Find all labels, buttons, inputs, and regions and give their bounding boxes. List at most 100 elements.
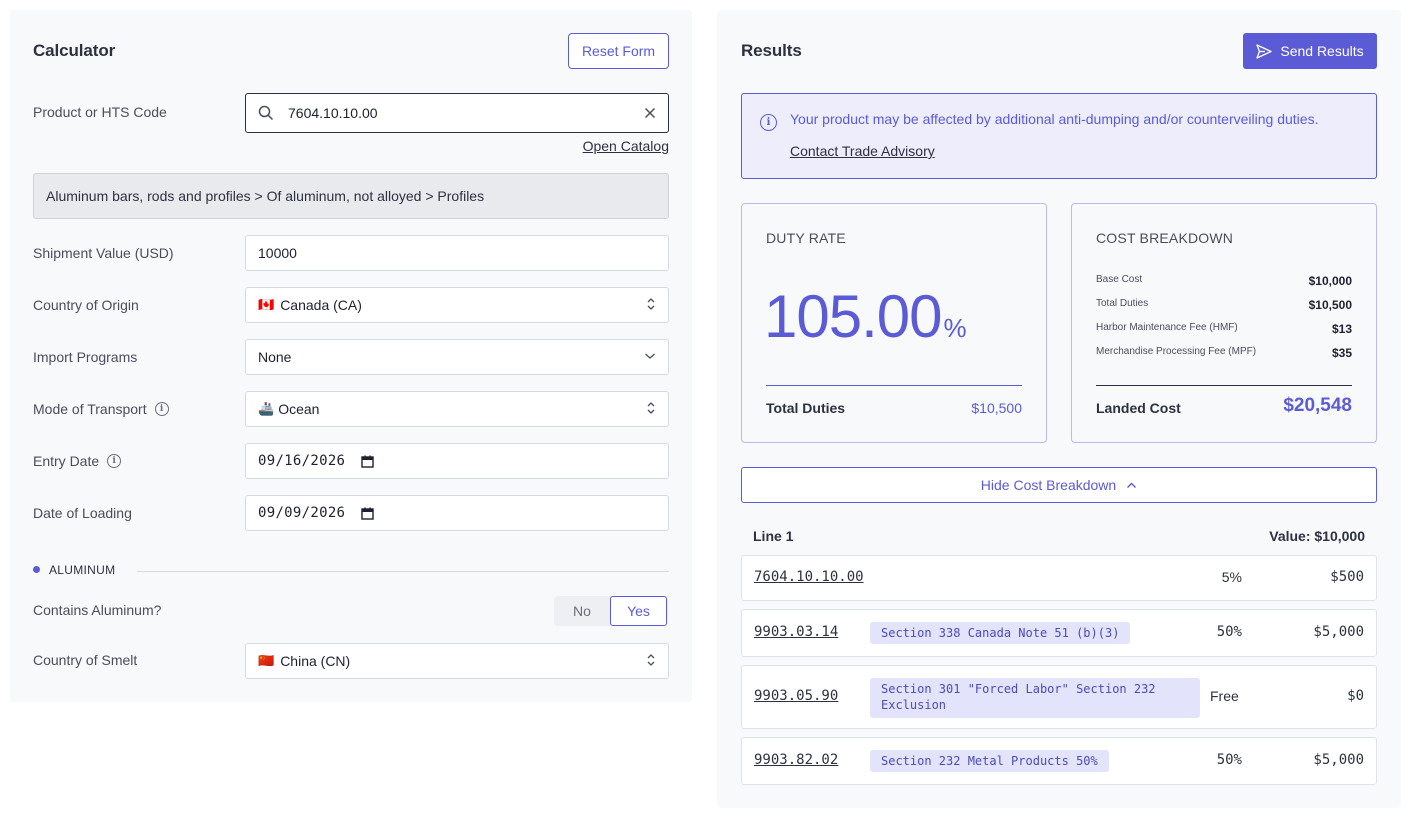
cost-row-label: Total Duties (1096, 298, 1149, 309)
table-row: 9903.05.90 Section 301 "Forced Labor" Se… (741, 665, 1377, 729)
shipment-label: Shipment Value (USD) (33, 235, 174, 271)
calendar-icon[interactable] (361, 455, 374, 468)
aluminum-toggle: No Yes (554, 596, 668, 626)
cost-row-value: $13 (1331, 322, 1352, 336)
ship-icon: 🚢 (258, 401, 275, 416)
section-dot-icon (33, 566, 40, 573)
import-programs-select[interactable]: None (245, 339, 669, 375)
table-row: 9903.03.14 Section 338 Canada Note 51 (b… (741, 609, 1377, 657)
cost-row-label: Base Cost (1096, 274, 1143, 285)
reset-form-button[interactable]: Reset Form (568, 33, 669, 69)
hts-search-input[interactable]: 7604.10.10.00 (245, 93, 669, 133)
entry-date-value: 09/16/2026 (258, 453, 346, 469)
calendar-icon[interactable] (361, 507, 374, 520)
programs-label: Import Programs (33, 339, 137, 375)
cost-row-value: $10,000 (1308, 274, 1352, 288)
line-title: Line 1 (753, 528, 794, 544)
hts-code-link[interactable]: 9903.03.14 (754, 624, 838, 640)
programs-label-text: Import Programs (33, 349, 138, 365)
cost-row-value: $35 (1331, 346, 1352, 360)
smelt-label: Country of Smelt (33, 642, 137, 678)
shipment-value-input[interactable]: 10000 (245, 235, 669, 271)
product-path: Aluminum bars, rods and profiles > Of al… (33, 173, 669, 219)
hide-cost-breakdown-button[interactable]: Hide Cost Breakdown (741, 467, 1377, 503)
duty-card-divider (766, 385, 1022, 386)
toggle-yes-button[interactable]: Yes (610, 596, 667, 626)
hts-code-link[interactable]: 9903.82.02 (754, 752, 838, 768)
duty-rate-unit: % (943, 313, 967, 343)
transport-select-value: Ocean (278, 401, 320, 417)
contains-aluminum-label-text: Contains Aluminum? (33, 602, 162, 618)
product-label: Product or HTS Code (33, 94, 167, 130)
landed-cost-value: $20,548 (1283, 395, 1352, 416)
alert-message: Your product may be affected by addition… (790, 111, 1319, 127)
results-title: Results (741, 41, 802, 60)
loading-date-input[interactable]: 09/09/2026 (245, 495, 669, 531)
line-rate: Free (1210, 688, 1239, 704)
line-rate: 50% (1216, 752, 1242, 768)
aluminum-section-heading: ALUMINUM (49, 563, 116, 577)
updown-chevron-icon (646, 401, 656, 418)
shipment-value-text: 10000 (258, 245, 297, 261)
smelt-select[interactable]: 🇨🇳 China (CN) (245, 643, 669, 679)
landed-cost-label: Landed Cost (1096, 400, 1181, 416)
duty-rate-value: 105.00 % (764, 282, 967, 351)
origin-select[interactable]: 🇨🇦 Canada (CA) (245, 287, 669, 323)
contact-advisory-link[interactable]: Contact Trade Advisory (790, 143, 935, 159)
chevron-down-icon (644, 351, 656, 363)
duty-rate-card: DUTY RATE 105.00 % Total Duties $10,500 (741, 203, 1047, 443)
line-rate: 50% (1216, 624, 1242, 640)
open-catalog-link[interactable]: Open Catalog (583, 138, 669, 154)
canada-flag-icon: 🇨🇦 (258, 297, 275, 312)
hts-search-value: 7604.10.10.00 (288, 105, 378, 121)
cost-breakdown-card: COST BREAKDOWN Base Cost $10,000 Total Du… (1071, 203, 1377, 443)
duty-tag: Section 232 Metal Products 50% (870, 750, 1109, 772)
table-row: 9903.82.02 Section 232 Metal Products 50… (741, 737, 1377, 785)
contains-aluminum-label: Contains Aluminum? (33, 592, 161, 628)
send-results-button[interactable]: Send Results (1243, 33, 1377, 69)
total-duties-label: Total Duties (766, 400, 846, 416)
duty-rate-heading: DUTY RATE (766, 230, 846, 246)
hts-code-link[interactable]: 9903.05.90 (754, 688, 838, 704)
smelt-label-text: Country of Smelt (33, 652, 138, 668)
table-row: 7604.10.10.00 5% $500 (741, 555, 1377, 601)
updown-chevron-icon (646, 653, 656, 670)
results-panel: Results Send Results i Your product may … (717, 10, 1401, 808)
duty-tag: Section 338 Canada Note 51 (b)(3) (870, 622, 1131, 644)
duty-rate-number: 105.00 (764, 283, 943, 350)
cost-row-label: Merchandise Processing Fee (MPF) (1096, 346, 1257, 357)
hts-code-link[interactable]: 7604.10.10.00 (754, 569, 864, 585)
product-label-text: Product or HTS Code (33, 104, 167, 120)
china-flag-icon: 🇨🇳 (258, 653, 275, 668)
origin-label: Country of Origin (33, 287, 139, 323)
hide-breakdown-label: Hide Cost Breakdown (980, 477, 1117, 493)
line-amount: $500 (1330, 569, 1364, 585)
info-icon[interactable]: i (154, 402, 169, 416)
programs-select-value: None (258, 349, 292, 365)
toggle-no-button[interactable]: No (554, 596, 610, 626)
duty-tag: Section 301 "Forced Labor" Section 232 E… (870, 678, 1200, 718)
entry-date-label-text: Entry Date (33, 453, 100, 469)
transport-select[interactable]: 🚢 Ocean (245, 391, 669, 427)
total-duties-value: $10,500 (971, 400, 1022, 416)
info-icon[interactable]: i (107, 454, 122, 468)
origin-label-text: Country of Origin (33, 297, 139, 313)
shipment-label-text: Shipment Value (USD) (33, 245, 174, 261)
cost-row-label: Harbor Maintenance Fee (HMF) (1096, 322, 1238, 333)
send-results-label: Send Results (1280, 43, 1364, 59)
line-rate: 5% (1221, 569, 1242, 585)
transport-label-text: Mode of Transport (33, 401, 147, 417)
cost-row-duties: Total Duties $10,500 (1096, 298, 1352, 312)
transport-label: Mode of Transport i (33, 391, 169, 427)
chevron-up-icon (1126, 482, 1137, 489)
section-divider (137, 571, 669, 572)
close-icon[interactable] (644, 107, 656, 119)
entry-date-input[interactable]: 09/16/2026 (245, 443, 669, 479)
entry-date-label: Entry Date i (33, 443, 122, 479)
send-icon (1256, 43, 1273, 59)
cost-row-value: $10,500 (1308, 298, 1352, 312)
smelt-select-value: China (CN) (280, 653, 351, 669)
info-icon: i (760, 114, 777, 131)
loading-date-value: 09/09/2026 (258, 505, 346, 521)
line-amount: $0 (1347, 688, 1364, 704)
